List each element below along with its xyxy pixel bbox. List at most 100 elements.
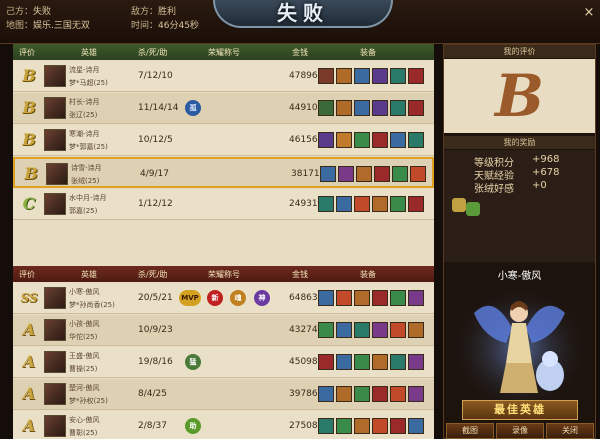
- item-icon[interactable]: [408, 68, 424, 84]
- item-icon[interactable]: [410, 166, 426, 182]
- item-icon[interactable]: [354, 322, 370, 338]
- table-row[interactable]: C 水中月-诗月 郭嘉(25) 1/12/12 24931: [13, 189, 434, 220]
- item-icon[interactable]: [318, 290, 334, 306]
- item-icon[interactable]: [336, 100, 352, 116]
- hero-avatar: [44, 383, 66, 405]
- table-row-self[interactable]: B 诗雪-诗月 张绒(25) 4/9/17 38171: [13, 157, 434, 188]
- item-icon[interactable]: [336, 418, 352, 434]
- item-icon[interactable]: [372, 290, 388, 306]
- close-button[interactable]: 关闭: [546, 423, 594, 439]
- table-row[interactable]: A 王盛-傲风 曹操(25) 19/8/16 猛 45098: [13, 347, 434, 378]
- item-icon[interactable]: [318, 68, 334, 84]
- item-icon[interactable]: [318, 386, 334, 402]
- item-icon[interactable]: [390, 196, 406, 212]
- gold-value: 39786: [289, 389, 318, 399]
- item-icon[interactable]: [390, 322, 406, 338]
- item-icon[interactable]: [372, 196, 388, 212]
- item-icon[interactable]: [336, 290, 352, 306]
- item-icon[interactable]: [318, 196, 334, 212]
- item-icon[interactable]: [354, 386, 370, 402]
- item-icon[interactable]: [390, 354, 406, 370]
- gift-icon[interactable]: [452, 198, 466, 212]
- rank-badge: A: [22, 352, 36, 371]
- item-icon[interactable]: [318, 132, 334, 148]
- item-icon[interactable]: [336, 322, 352, 338]
- mvp-badge[interactable]: MVP: [179, 290, 201, 306]
- item-icon[interactable]: [408, 196, 424, 212]
- item-icon[interactable]: [390, 68, 406, 84]
- item-icon[interactable]: [372, 418, 388, 434]
- item-icon[interactable]: [354, 354, 370, 370]
- ally-label: 己方：: [6, 7, 34, 17]
- item-icon[interactable]: [356, 166, 372, 182]
- item-icon[interactable]: [354, 418, 370, 434]
- item-icon[interactable]: [318, 354, 334, 370]
- item-icon[interactable]: [390, 418, 406, 434]
- best-hero-banner: 最佳英雄: [462, 400, 578, 420]
- gold-value: 44910: [289, 103, 318, 113]
- rank-badge: B: [24, 164, 38, 183]
- table-row[interactable]: B 村长-诗月 张辽(25) 11/14/14 孤 44910: [13, 93, 434, 124]
- hero-name: 华佗(25): [69, 333, 98, 341]
- table-row[interactable]: A 安心-傲风 曹彰(25) 2/8/37 助 27508: [13, 411, 434, 439]
- item-icon[interactable]: [354, 68, 370, 84]
- item-icon[interactable]: [408, 290, 424, 306]
- screenshot-button[interactable]: 截图: [446, 423, 494, 439]
- honor-badge[interactable]: 魂: [230, 290, 246, 306]
- item-icon[interactable]: [390, 290, 406, 306]
- item-icon[interactable]: [318, 322, 334, 338]
- item-icon[interactable]: [372, 354, 388, 370]
- hero-avatar: [44, 351, 66, 373]
- item-icon[interactable]: [408, 132, 424, 148]
- item-icon[interactable]: [372, 322, 388, 338]
- hero-name: 梦*孙权(25): [69, 397, 108, 405]
- item-icon[interactable]: [408, 354, 424, 370]
- item-icon[interactable]: [320, 166, 336, 182]
- item-icon[interactable]: [318, 100, 334, 116]
- enemy-result-value: 胜利: [158, 7, 177, 17]
- item-icon[interactable]: [390, 386, 406, 402]
- gold-value: 64863: [289, 293, 318, 303]
- map-value: 娱乐.三国无双: [33, 21, 90, 31]
- item-icon[interactable]: [354, 196, 370, 212]
- item-icon[interactable]: [336, 354, 352, 370]
- honor-badge[interactable]: 猛: [185, 354, 201, 370]
- item-icon[interactable]: [372, 132, 388, 148]
- item-icon[interactable]: [354, 100, 370, 116]
- item-icon[interactable]: [374, 166, 390, 182]
- honor-badge[interactable]: 新: [207, 290, 223, 306]
- close-icon[interactable]: ×: [582, 6, 596, 20]
- gold-value: 43274: [289, 325, 318, 335]
- honor-badge[interactable]: 孤: [185, 100, 201, 116]
- item-icon[interactable]: [392, 166, 408, 182]
- item-icon[interactable]: [336, 196, 352, 212]
- table-row[interactable]: SS 小寒-傲风 梦*孙尚香(25) 20/5/21 MVP 新 魂 神 648…: [13, 283, 434, 314]
- item-icon[interactable]: [372, 100, 388, 116]
- table-row[interactable]: B 流星-诗月 梦*马超(25) 7/12/10 47896: [13, 61, 434, 92]
- honor-badge[interactable]: 神: [254, 290, 270, 306]
- rank-badge: B: [22, 66, 36, 85]
- item-icon[interactable]: [408, 418, 424, 434]
- item-icon[interactable]: [318, 418, 334, 434]
- item-icon[interactable]: [390, 132, 406, 148]
- item-icon[interactable]: [372, 68, 388, 84]
- item-icon[interactable]: [336, 386, 352, 402]
- item-icon[interactable]: [408, 100, 424, 116]
- item-icon[interactable]: [408, 386, 424, 402]
- item-icon[interactable]: [338, 166, 354, 182]
- table-row[interactable]: A 小孩-傲风 华佗(25) 10/9/23 43274: [13, 315, 434, 346]
- item-icon[interactable]: [372, 386, 388, 402]
- replay-button[interactable]: 录像: [496, 423, 544, 439]
- table-row[interactable]: A 楚河-傲风 梦*孙权(25) 8/4/25 39786: [13, 379, 434, 410]
- honor-badge[interactable]: 助: [185, 418, 201, 434]
- item-icon[interactable]: [354, 132, 370, 148]
- table-row[interactable]: B 寒潮-诗月 梦*郭嘉(25) 10/12/5 46156: [13, 125, 434, 156]
- scoreboard: 评价 英雄 杀/死/助 荣耀称号 金钱 装备 B 流星-诗月 梦*马超(25) …: [13, 44, 434, 439]
- item-icon[interactable]: [336, 68, 352, 84]
- item-icon[interactable]: [336, 132, 352, 148]
- item-icon[interactable]: [390, 100, 406, 116]
- item-icon[interactable]: [408, 322, 424, 338]
- item-icon[interactable]: [354, 290, 370, 306]
- rank-badge: B: [22, 98, 36, 117]
- leaf-icon[interactable]: [466, 202, 480, 216]
